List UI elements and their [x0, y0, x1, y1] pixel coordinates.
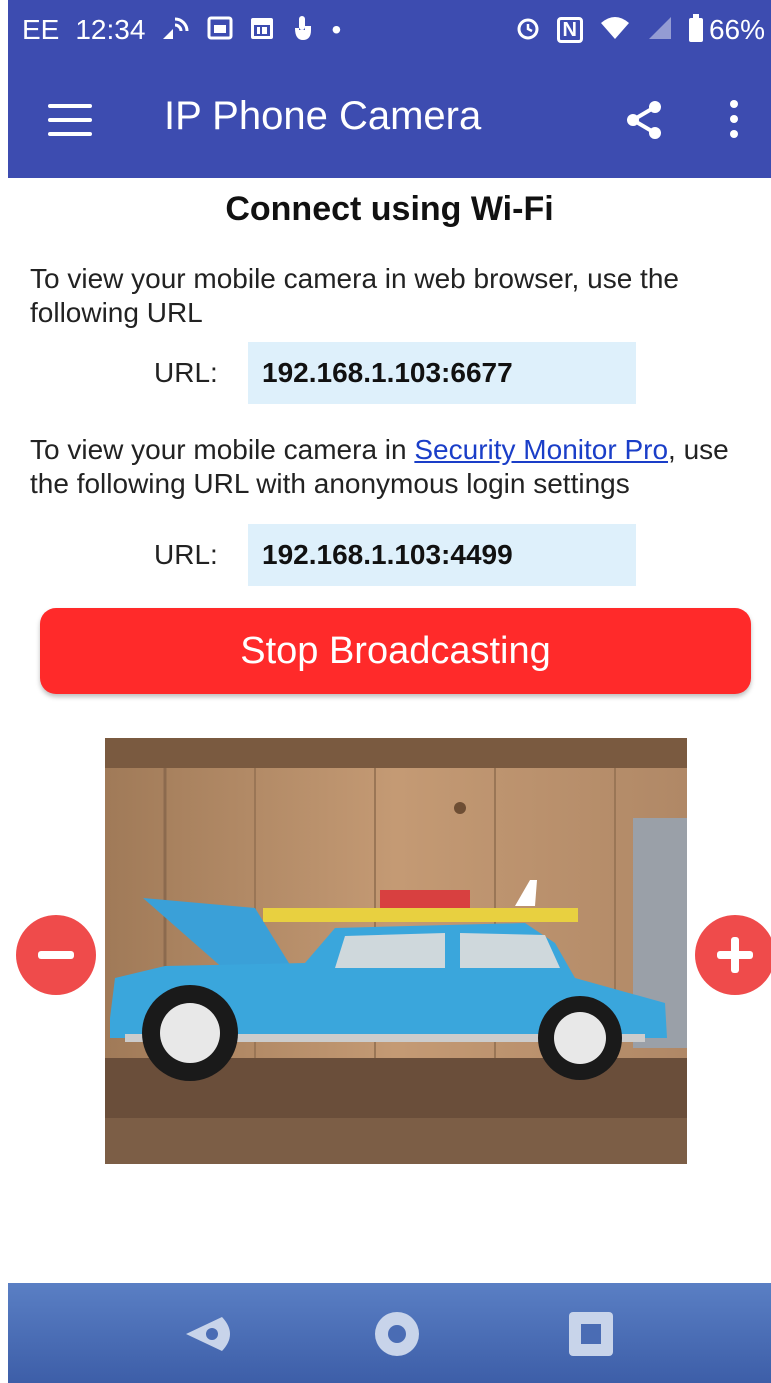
- browser-url-field[interactable]: 192.168.1.103:6677: [248, 342, 636, 404]
- url-label: URL:: [154, 539, 218, 570]
- calendar-icon: [249, 15, 275, 45]
- stop-broadcasting-button[interactable]: Stop Broadcasting: [40, 608, 751, 694]
- camera-preview: [105, 738, 687, 1164]
- navigation-bar: [8, 1283, 771, 1383]
- nfc-icon: N: [556, 17, 583, 43]
- monitor-instruction: To view your mobile camera in Security M…: [30, 433, 760, 501]
- browser-url-row: URL: 192.168.1.103:6677: [154, 342, 636, 404]
- app-title: IP Phone Camera: [164, 94, 482, 138]
- notification-dot: •: [331, 14, 342, 45]
- camera-preview-image: [105, 738, 687, 1164]
- overflow-menu-icon[interactable]: [730, 100, 740, 140]
- zoom-out-button[interactable]: [16, 915, 96, 995]
- monitor-instruction-text: To view your mobile camera in: [30, 434, 415, 465]
- monitor-url-row: URL: 192.168.1.103:4499: [154, 524, 636, 586]
- security-monitor-pro-link[interactable]: Security Monitor Pro: [414, 434, 668, 465]
- plus-icon: [717, 937, 753, 973]
- wifi-icon: [599, 15, 631, 45]
- monitor-url-field[interactable]: 192.168.1.103:4499: [248, 524, 636, 586]
- touch-icon: [291, 14, 315, 46]
- recent-apps-icon[interactable]: [566, 1309, 616, 1359]
- clock: 12:34: [75, 14, 146, 45]
- home-icon[interactable]: [372, 1309, 422, 1359]
- page-heading: Connect using Wi-Fi: [225, 190, 554, 228]
- zoom-in-button[interactable]: [695, 915, 771, 995]
- battery-icon: [688, 14, 703, 42]
- carrier-label: EE: [22, 14, 60, 45]
- app-bar: IP Phone Camera: [8, 60, 771, 178]
- cast-icon: [161, 15, 191, 45]
- share-icon[interactable]: [622, 98, 666, 142]
- status-bar: EE 12:34 • N 66%: [8, 0, 771, 60]
- back-icon[interactable]: [182, 1309, 232, 1359]
- minus-icon: [38, 951, 74, 959]
- menu-icon[interactable]: [48, 104, 92, 136]
- url-label: URL:: [154, 357, 218, 388]
- signal-icon: [647, 15, 673, 45]
- battery-percent: 66%: [708, 14, 765, 45]
- gallery-icon: [207, 15, 233, 45]
- browser-instruction: To view your mobile camera in web browse…: [30, 263, 679, 328]
- alarm-icon: [515, 15, 541, 45]
